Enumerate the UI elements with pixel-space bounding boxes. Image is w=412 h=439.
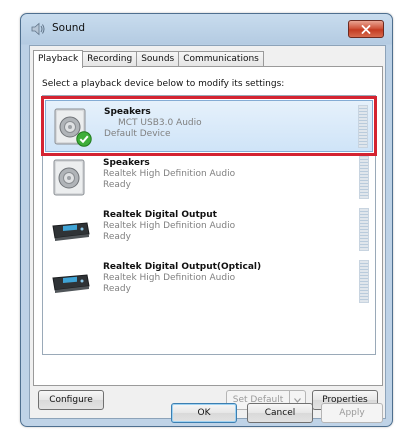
digital-output-icon — [52, 274, 90, 293]
volume-level-meter — [359, 156, 369, 199]
device-status: Ready — [103, 232, 131, 242]
tab-communications[interactable]: Communications — [178, 51, 264, 67]
device-description: Realtek High Definition Audio — [103, 273, 236, 283]
device-item-digital-output-optical[interactable]: Realtek Digital Output(Optical) Realtek … — [45, 256, 373, 308]
dialog-client: Playback Recording Sounds Communications… — [29, 45, 386, 419]
volume-level-meter — [359, 208, 369, 251]
device-list[interactable]: Speakers MCT USB3.0 Audio Default Device… — [42, 95, 376, 355]
tab-strip: Playback Recording Sounds Communications — [33, 50, 264, 68]
digital-output-icon — [52, 222, 90, 241]
close-button[interactable] — [348, 20, 384, 38]
device-item-speakers-realtek[interactable]: Speakers Realtek High Definition Audio R… — [45, 152, 373, 204]
device-name: Realtek Digital Output — [103, 210, 217, 220]
tab-recording[interactable]: Recording — [82, 51, 138, 67]
instruction-text: Select a playback device below to modify… — [42, 79, 285, 89]
chevron-down-icon — [294, 397, 301, 403]
playback-panel: Select a playback device below to modify… — [33, 66, 383, 386]
ok-button[interactable]: OK — [171, 403, 237, 423]
sound-dialog: Sound Playback Recording Sounds Communic… — [20, 13, 393, 427]
device-description: Realtek High Definition Audio — [103, 169, 236, 179]
device-name: Realtek Digital Output(Optical) — [103, 262, 262, 272]
tab-playback[interactable]: Playback — [33, 50, 84, 68]
device-description: MCT USB3.0 Audio — [118, 118, 202, 128]
volume-level-meter — [358, 105, 368, 148]
sound-icon — [31, 22, 45, 36]
title-bar[interactable]: Sound — [21, 14, 392, 44]
configure-button[interactable]: Configure — [38, 390, 104, 410]
green-check-icon — [76, 131, 92, 147]
close-x-icon — [361, 24, 371, 34]
device-item-speakers-usb[interactable]: Speakers MCT USB3.0 Audio Default Device — [45, 100, 373, 152]
device-name: Speakers — [103, 158, 150, 168]
window-title: Sound — [52, 22, 86, 34]
volume-level-meter — [359, 260, 369, 303]
cancel-button[interactable]: Cancel — [247, 403, 313, 423]
apply-button[interactable]: Apply — [321, 403, 383, 423]
device-status: Default Device — [104, 129, 171, 139]
device-name: Speakers — [104, 107, 151, 117]
speaker-icon — [53, 159, 85, 196]
tab-sounds[interactable]: Sounds — [136, 51, 180, 67]
device-item-digital-output[interactable]: Realtek Digital Output Realtek High Defi… — [45, 204, 373, 256]
device-status: Ready — [103, 284, 131, 294]
device-description: Realtek High Definition Audio — [103, 221, 236, 231]
device-status: Ready — [103, 180, 131, 190]
